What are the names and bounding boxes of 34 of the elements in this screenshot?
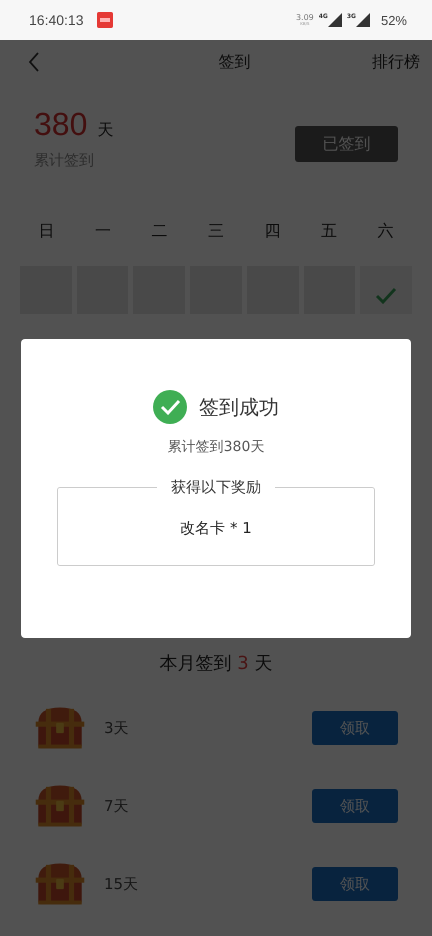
reward-days-label: 7天 (104, 796, 130, 816)
total-days-count: 380 (34, 106, 88, 143)
check-icon (375, 286, 398, 304)
signal-icon (328, 13, 342, 27)
battery-percent: 52% (380, 12, 407, 28)
reward-item-text: 改名卡 * 1 (179, 519, 253, 538)
weekday-label: 一 (94, 220, 111, 242)
clock-time: 16:40:13 (29, 12, 84, 28)
back-icon (27, 51, 41, 73)
dialog-title: 签到成功 (199, 394, 279, 420)
month-sign-count: 本月签到 3 天 (160, 652, 272, 675)
claim-button[interactable]: 领取 (312, 867, 398, 901)
treasure-chest-icon (34, 783, 86, 829)
reward-days-label: 15天 (104, 874, 140, 894)
dialog-subtitle: 累计签到380天 (168, 438, 264, 456)
weekday-label: 二 (151, 220, 168, 242)
signal-icon (356, 13, 370, 27)
app-notification-icon (96, 12, 112, 28)
reward-days-label: 3天 (104, 718, 130, 738)
leaderboard-link[interactable]: 排行榜 (372, 52, 420, 72)
days-unit: 天 (97, 120, 114, 141)
weekday-label: 三 (208, 220, 224, 242)
treasure-chest-icon (34, 705, 86, 751)
network-speed: 3.09 (296, 14, 314, 22)
reward-heading: 获得以下奖励 (170, 478, 262, 497)
weekday-label: 日 (38, 220, 54, 242)
claim-button[interactable]: 领取 (312, 789, 398, 823)
weekday-label: 五 (321, 220, 338, 242)
treasure-chest-icon (34, 861, 86, 907)
success-check-icon (153, 390, 187, 424)
page-title: 签到 (218, 52, 250, 72)
claim-button[interactable]: 领取 (312, 711, 398, 745)
weekday-label: 四 (264, 220, 281, 242)
weekday-label: 六 (378, 220, 394, 242)
